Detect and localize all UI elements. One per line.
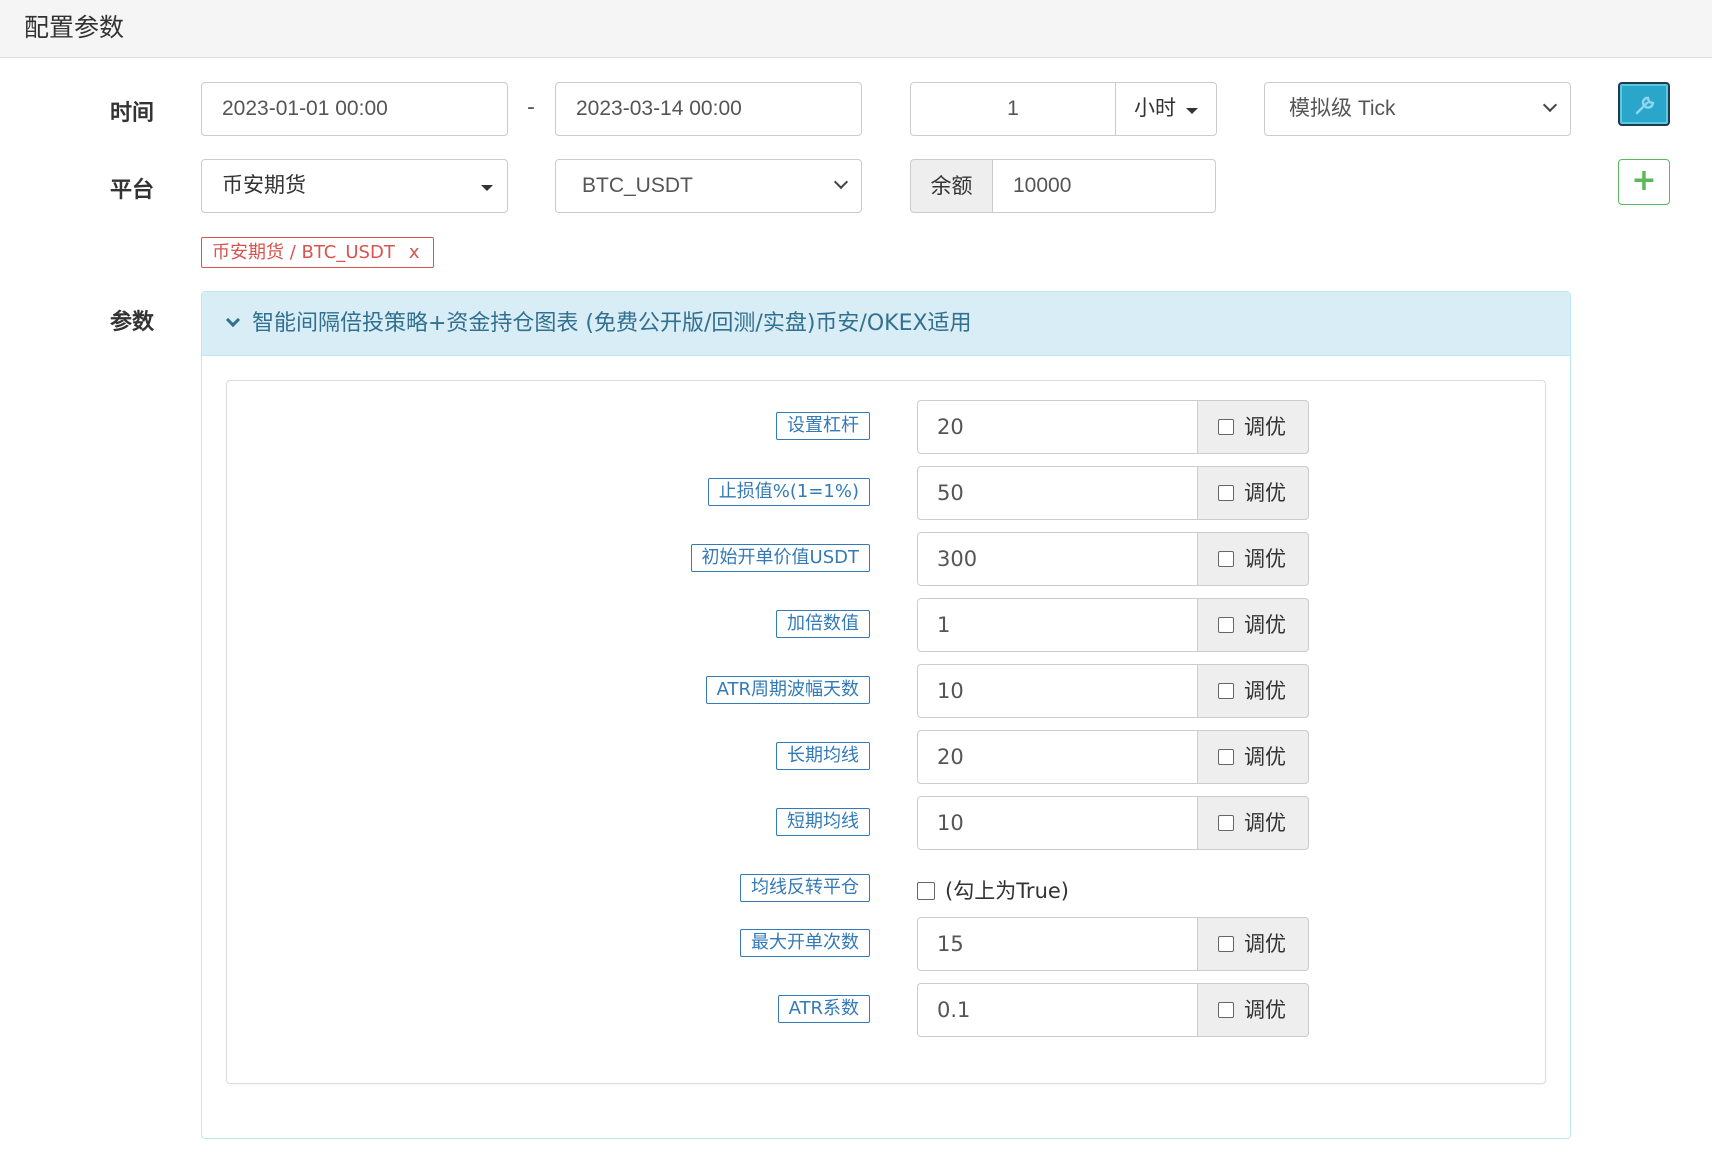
optimize-checkbox[interactable] <box>1218 551 1234 567</box>
optimize-label: 调优 <box>1244 547 1286 571</box>
param-label: 初始开单价值USDT <box>690 544 870 572</box>
param-label: ATR系数 <box>777 995 870 1023</box>
optimize-label: 调优 <box>1244 811 1286 835</box>
time-separator: - <box>527 95 535 120</box>
param-label: 加倍数值 <box>776 610 870 638</box>
param-input[interactable]: 10 <box>917 664 1198 718</box>
caret-down-icon <box>1186 108 1198 114</box>
param-label: 长期均线 <box>776 742 870 770</box>
balance-addon: 余额 <box>910 159 993 213</box>
exchange-dropdown-value: 币安期货 <box>222 174 306 197</box>
optimize-label: 调优 <box>1244 679 1286 703</box>
period-value-input[interactable]: 1 <box>910 82 1116 136</box>
param-label: 均线反转平仓 <box>740 874 870 902</box>
chevron-down-icon <box>833 174 849 190</box>
param-input[interactable]: 50 <box>917 466 1198 520</box>
optimize-toggle[interactable]: 调优 <box>1197 532 1309 586</box>
chevron-down-icon <box>225 312 241 328</box>
param-row: 最大开单次数 <box>227 929 870 959</box>
add-platform-button[interactable]: + <box>1618 159 1670 205</box>
optimize-label: 调优 <box>1244 932 1286 956</box>
strategy-title: 智能间隔倍投策略+资金持仓图表 (免费公开版/回测/实盘)币安/OKEX适用 <box>252 311 972 336</box>
bool-param-hint: (勾上为True) <box>945 879 1069 903</box>
time-label: 时间 <box>110 101 155 126</box>
optimize-checkbox[interactable] <box>1218 683 1234 699</box>
param-input[interactable]: 1 <box>917 598 1198 652</box>
optimize-label: 调优 <box>1244 613 1286 637</box>
optimize-checkbox[interactable] <box>1218 485 1234 501</box>
param-input[interactable]: 20 <box>917 730 1198 784</box>
wrench-icon <box>1635 96 1655 115</box>
mode-select-value: 模拟级 Tick <box>1289 97 1396 120</box>
optimize-label: 调优 <box>1244 415 1286 439</box>
param-row: 设置杠杆 <box>227 412 870 442</box>
optimize-toggle[interactable]: 调优 <box>1197 400 1309 454</box>
optimize-checkbox[interactable] <box>1218 419 1234 435</box>
param-row: 止损值%(1=1%) <box>227 478 870 508</box>
param-label: ATR周期波幅天数 <box>705 676 870 704</box>
exchange-dropdown[interactable]: 币安期货 <box>201 159 508 213</box>
caret-down-icon <box>481 185 493 191</box>
strategy-panel-header[interactable]: 智能间隔倍投策略+资金持仓图表 (免费公开版/回测/实盘)币安/OKEX适用 <box>202 292 1570 356</box>
param-label: 止损值%(1=1%) <box>707 478 870 506</box>
remove-tag-button[interactable]: x <box>409 242 420 263</box>
optimize-toggle[interactable]: 调优 <box>1197 796 1309 850</box>
bool-param[interactable]: (勾上为True) <box>917 876 1069 906</box>
optimize-checkbox[interactable] <box>1218 1002 1234 1018</box>
strategy-panel: 智能间隔倍投策略+资金持仓图表 (免费公开版/回测/实盘)币安/OKEX适用 设… <box>201 291 1571 1139</box>
optimize-checkbox[interactable] <box>1218 936 1234 952</box>
params-form: 设置杠杆 20 调优 止损值%(1=1%) 50 调优 初始开单价值USDT 3… <box>226 380 1546 1084</box>
settings-button[interactable] <box>1618 82 1670 126</box>
param-row: 加倍数值 <box>227 610 870 640</box>
param-label: 短期均线 <box>776 808 870 836</box>
platform-tag-label: 币安期货 / BTC_USDT <box>212 242 395 263</box>
optimize-label: 调优 <box>1244 998 1286 1022</box>
optimize-toggle[interactable]: 调优 <box>1197 664 1309 718</box>
optimize-checkbox[interactable] <box>1218 749 1234 765</box>
pair-select-value: BTC_USDT <box>582 174 693 197</box>
optimize-toggle[interactable]: 调优 <box>1197 983 1309 1037</box>
param-row: 长期均线 <box>227 742 870 772</box>
params-label: 参数 <box>110 310 155 335</box>
param-row: 短期均线 <box>227 808 870 838</box>
optimize-label: 调优 <box>1244 745 1286 769</box>
param-row: 均线反转平仓 <box>227 874 870 904</box>
param-row: 初始开单价值USDT <box>227 544 870 574</box>
optimize-toggle[interactable]: 调优 <box>1197 917 1309 971</box>
param-row: ATR周期波幅天数 <box>227 676 870 706</box>
param-input[interactable]: 10 <box>917 796 1198 850</box>
bool-param-checkbox[interactable] <box>917 882 935 900</box>
optimize-toggle[interactable]: 调优 <box>1197 466 1309 520</box>
pair-select[interactable]: BTC_USDT <box>555 159 862 213</box>
param-input[interactable]: 20 <box>917 400 1198 454</box>
panel-heading: 配置参数 <box>0 0 1712 58</box>
end-time-input[interactable]: 2023-03-14 00:00 <box>555 82 862 136</box>
start-time-input[interactable]: 2023-01-01 00:00 <box>201 82 508 136</box>
optimize-checkbox[interactable] <box>1218 617 1234 633</box>
plus-icon: + <box>1631 163 1657 198</box>
mode-select[interactable]: 模拟级 Tick <box>1264 82 1571 136</box>
optimize-label: 调优 <box>1244 481 1286 505</box>
param-input[interactable]: 300 <box>917 532 1198 586</box>
optimize-checkbox[interactable] <box>1218 815 1234 831</box>
param-row: ATR系数 <box>227 995 870 1025</box>
platform-label: 平台 <box>110 178 155 203</box>
param-label: 最大开单次数 <box>740 929 870 957</box>
period-unit-label: 小时 <box>1134 97 1176 120</box>
param-label: 设置杠杆 <box>776 412 870 440</box>
optimize-toggle[interactable]: 调优 <box>1197 730 1309 784</box>
balance-input[interactable]: 10000 <box>992 159 1216 213</box>
param-input[interactable]: 0.1 <box>917 983 1198 1037</box>
param-input[interactable]: 15 <box>917 917 1198 971</box>
period-unit-dropdown[interactable]: 小时 <box>1115 82 1217 136</box>
platform-tag: 币安期货 / BTC_USDT x <box>201 237 435 268</box>
optimize-toggle[interactable]: 调优 <box>1197 598 1309 652</box>
chevron-down-icon <box>1542 97 1558 113</box>
